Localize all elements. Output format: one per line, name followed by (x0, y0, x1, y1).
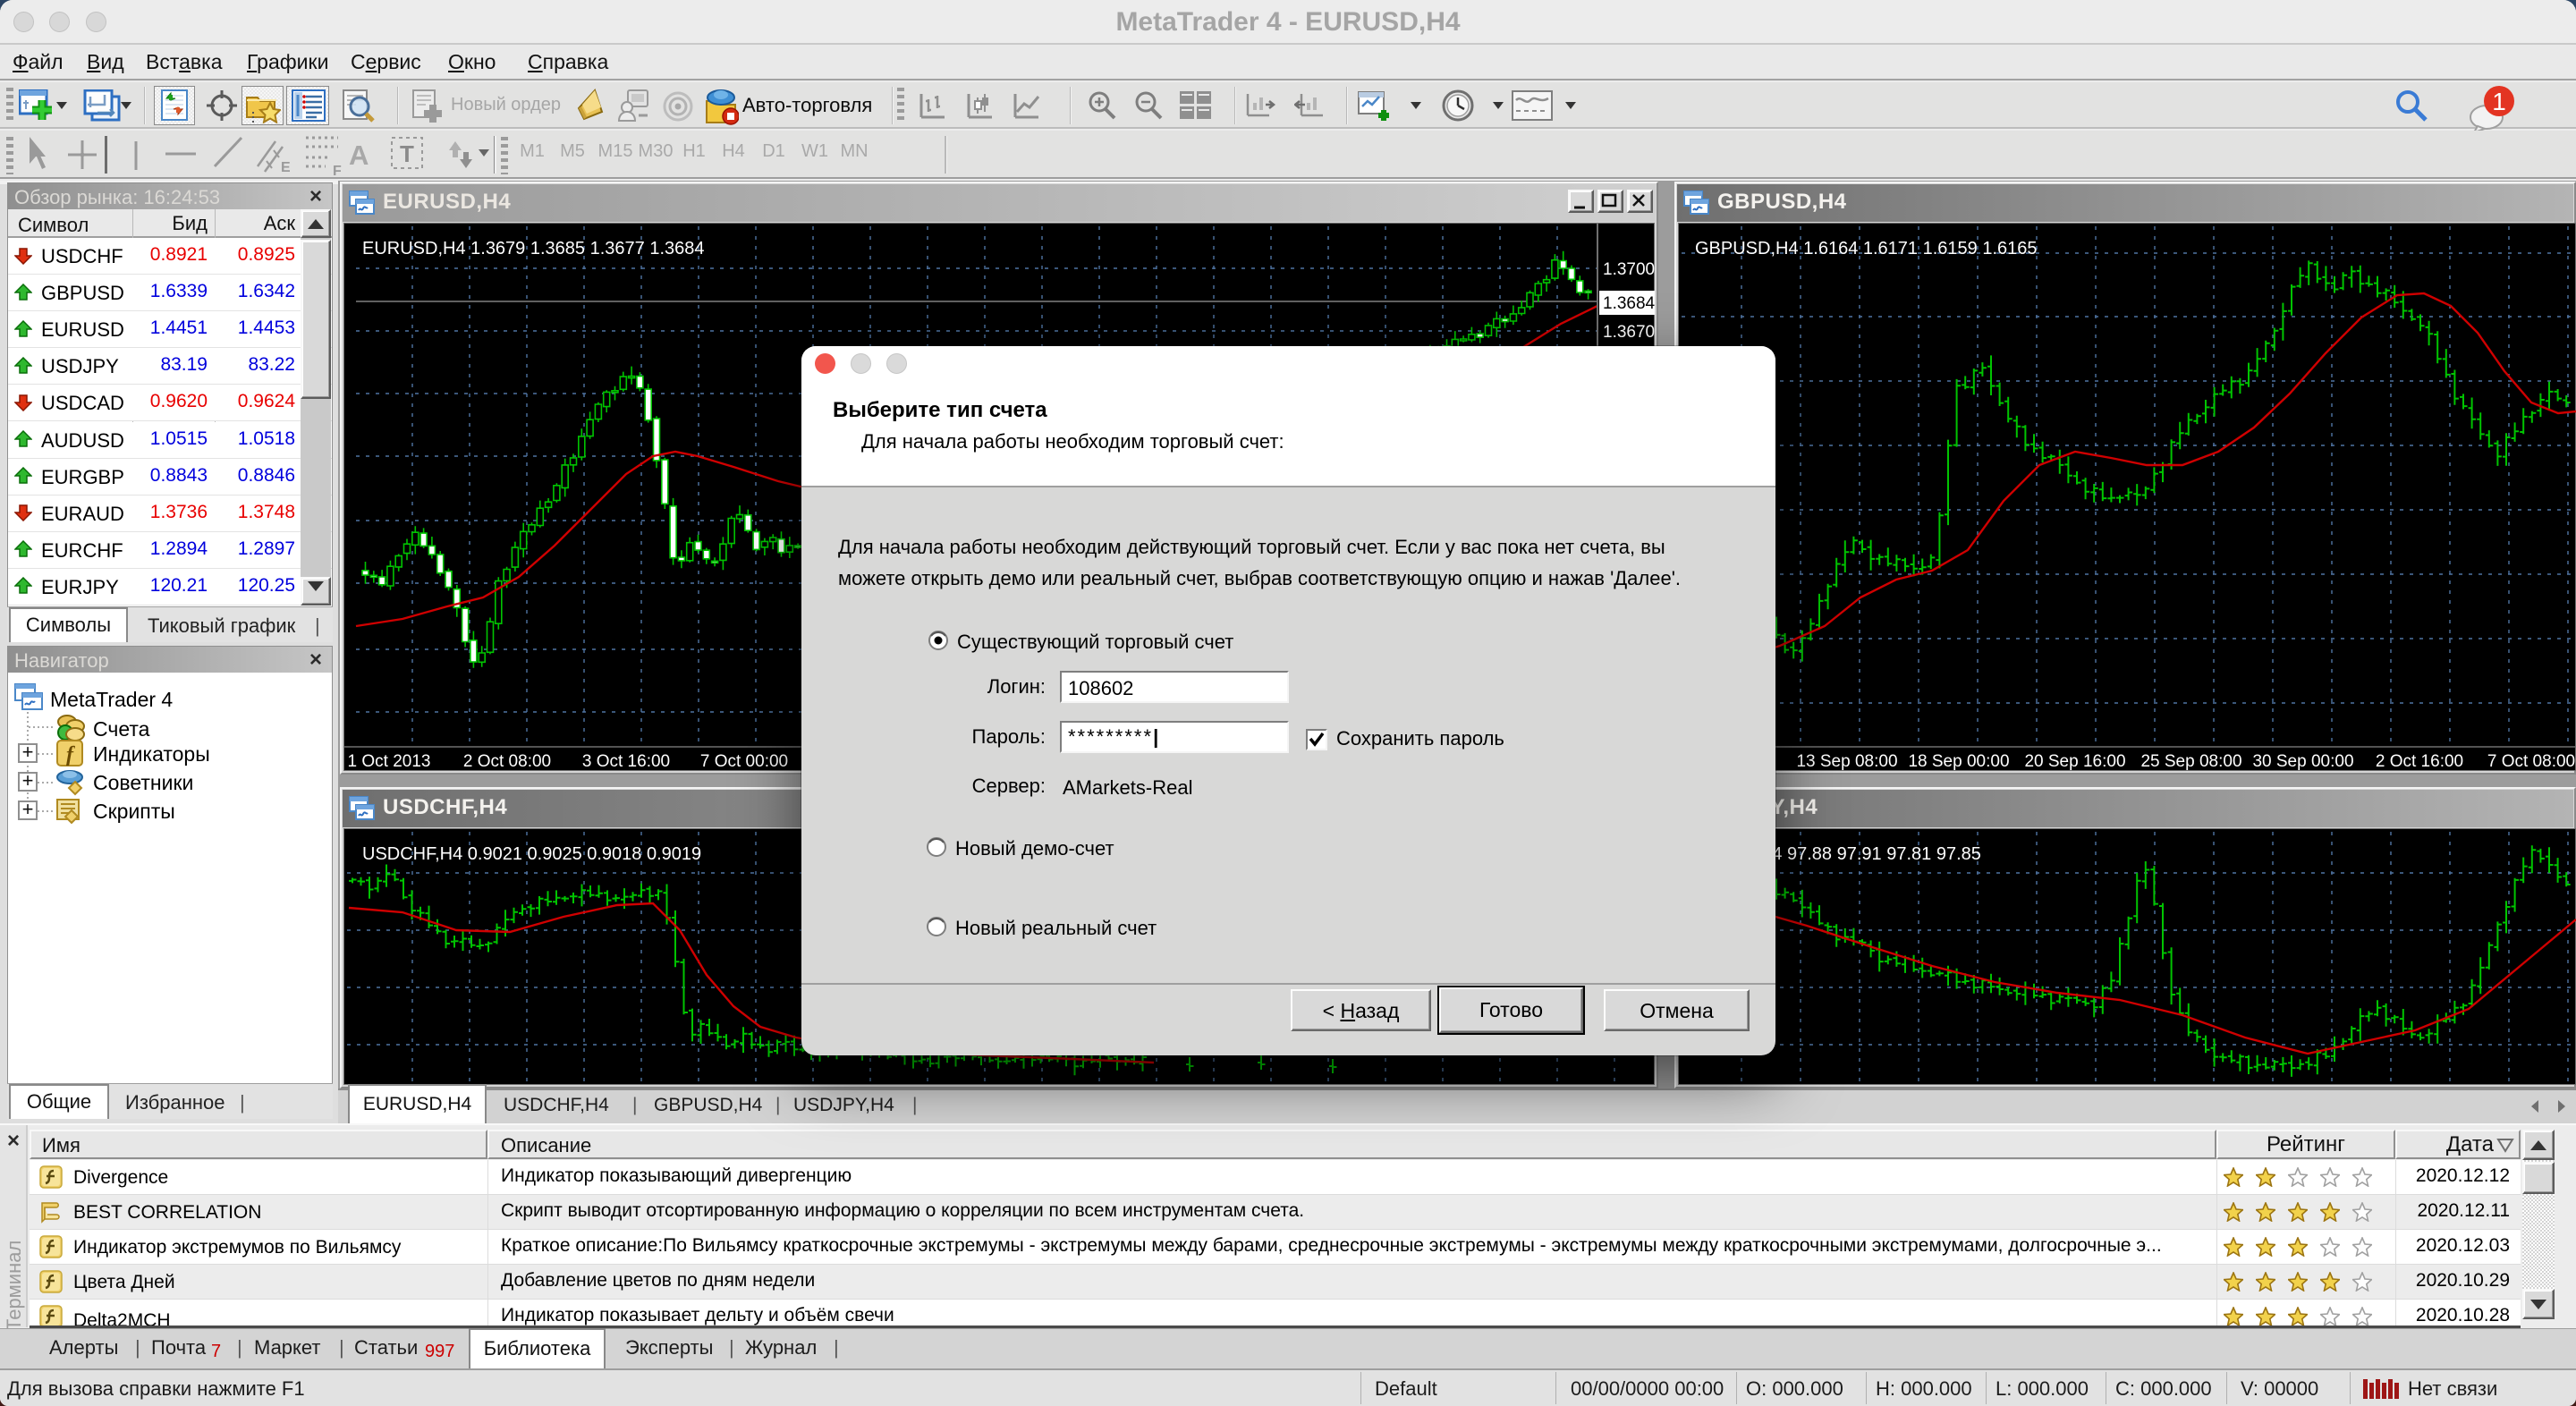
svg-text:T: T (400, 140, 414, 167)
svg-text:GBPUSD,H4 1.6164 1.6171 1.615: GBPUSD,H4 1.6164 1.6171 1.6159 1.6165 (1695, 239, 2038, 258)
svg-text:1 Oct 2013: 1 Oct 2013 (348, 752, 431, 771)
svg-text:20 Sep 16:00: 20 Sep 16:00 (2024, 752, 2125, 771)
svg-text:30 Sep 00:00: 30 Sep 00:00 (2252, 752, 2353, 771)
svg-text:25 Sep 08:00: 25 Sep 08:00 (2140, 752, 2241, 771)
svg-text:1.3684: 1.3684 (1603, 294, 1655, 313)
svg-text:18 Sep 00:00: 18 Sep 00:00 (1908, 752, 2009, 771)
svg-text:13 Sep 08:00: 13 Sep 08:00 (1796, 752, 1897, 771)
svg-text:1.3670: 1.3670 (1603, 323, 1655, 342)
svg-text:USDCHF,H4 0.9021 0.9025 0.901: USDCHF,H4 0.9021 0.9025 0.9018 0.9019 (362, 844, 701, 864)
svg-text:3 Oct 16:00: 3 Oct 16:00 (582, 752, 670, 771)
svg-text:2 Oct 16:00: 2 Oct 16:00 (2376, 752, 2463, 771)
svg-text:F: F (333, 164, 342, 175)
svg-text:EURUSD,H4 1.3679 1.3685 1.367: EURUSD,H4 1.3679 1.3685 1.3677 1.3684 (362, 239, 705, 258)
svg-text:2 Oct 08:00: 2 Oct 08:00 (463, 752, 551, 771)
svg-text:7 Oct 00:00: 7 Oct 00:00 (700, 752, 788, 771)
svg-text:E: E (281, 160, 290, 174)
svg-text:1.3700: 1.3700 (1603, 260, 1655, 279)
svg-text:7 Oct 08:00: 7 Oct 08:00 (2487, 752, 2575, 771)
svg-text:1: 1 (2492, 88, 2506, 115)
